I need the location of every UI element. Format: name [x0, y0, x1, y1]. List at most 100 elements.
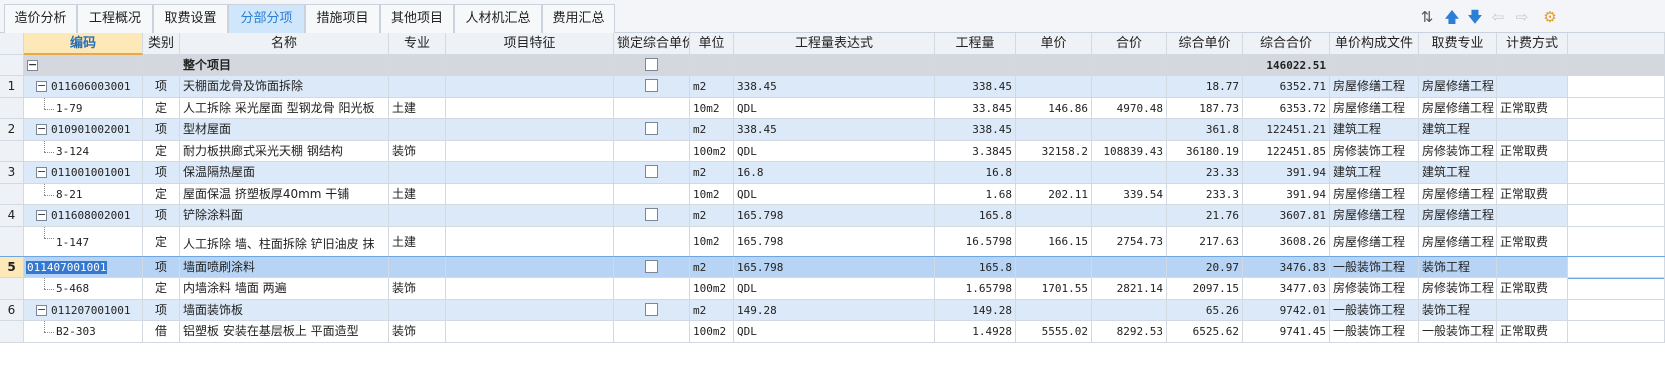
col-qty-cell[interactable]: 16.5798	[935, 226, 1016, 257]
col-utotal-cell[interactable]: 122451.85	[1243, 140, 1330, 162]
quota-row[interactable]: B2-303 借铝塑板 安装在基层板上 平面造型 装饰 100m2 QDL 1.4928 5…	[0, 321, 1665, 343]
col-qty-cell[interactable]: 149.28	[935, 299, 1016, 321]
col-qty-cell[interactable]: 1.65798	[935, 278, 1016, 300]
col-code-header[interactable]: 编码	[24, 33, 143, 55]
col-type-cell[interactable]: 定	[143, 226, 180, 257]
col-spec-header[interactable]: 专业	[389, 33, 446, 55]
col-price-cell[interactable]	[1016, 119, 1092, 141]
col-mode-cell[interactable]: 正常取费	[1497, 278, 1568, 300]
col-qty-cell[interactable]: 165.8	[935, 205, 1016, 227]
col-fee-cell[interactable]: 房屋修缮工程	[1419, 205, 1497, 227]
col-qty-cell[interactable]: 338.45	[935, 119, 1016, 141]
col-type-cell[interactable]: 项	[143, 256, 180, 278]
col-qty-cell[interactable]: 1.4928	[935, 321, 1016, 343]
collapse-toggle-icon[interactable]: −	[36, 123, 47, 135]
collapse-toggle-icon[interactable]: −	[36, 80, 47, 92]
col-name-cell[interactable]: 天棚面龙骨及饰面拆除	[180, 76, 389, 98]
settings-icon[interactable]: ⚙	[1541, 7, 1559, 27]
col-uprice-cell[interactable]: 187.73	[1167, 97, 1243, 119]
col-qty-cell[interactable]: 1.68	[935, 183, 1016, 205]
col-price-cell[interactable]	[1016, 205, 1092, 227]
col-expr-cell[interactable]: QDL	[734, 321, 935, 343]
tab-labor-material-summary[interactable]: 人材机汇总	[454, 4, 542, 33]
col-utotal-cell[interactable]: 9741.45	[1243, 321, 1330, 343]
col-feature-cell[interactable]	[446, 299, 614, 321]
tab-fee-settings[interactable]: 取费设置	[153, 4, 228, 33]
bill-item-row[interactable]: 5 011407001001 项墙面喷刷涂料 m2 165.798 165.8 20.97 3…	[0, 255, 1665, 279]
col-lock-cell[interactable]	[614, 299, 690, 321]
col-uprice-cell[interactable]: 361.8	[1167, 119, 1243, 141]
col-utotal-cell[interactable]: 6352.71	[1243, 76, 1330, 98]
col-name-cell[interactable]: 屋面保温 挤塑板厚40mm 干铺	[180, 183, 389, 205]
col-unit-header[interactable]: 单位	[690, 33, 734, 55]
col-file-cell[interactable]: 建筑工程	[1330, 119, 1419, 141]
col-feature-cell[interactable]	[446, 278, 614, 300]
col-file-cell[interactable]: 房屋修缮工程	[1330, 205, 1419, 227]
col-code-cell[interactable]: B2-303	[24, 321, 143, 343]
col-expr-cell[interactable]: QDL	[734, 97, 935, 119]
col-mode-cell[interactable]	[1497, 205, 1568, 227]
quota-row[interactable]: 1-79 定人工拆除 采光屋面 型钢龙骨 阳光板 土建 10m2 QDL 33.845 14…	[0, 97, 1665, 119]
col-unit-cell[interactable]: 100m2	[690, 140, 734, 162]
col-mode-cell[interactable]: 正常取费	[1497, 97, 1568, 119]
col-feature-cell[interactable]	[446, 76, 614, 98]
col-name-cell[interactable]: 保温隔热屋面	[180, 162, 389, 184]
col-utotal-cell[interactable]: 3607.81	[1243, 205, 1330, 227]
indent-icon[interactable]: ⇨	[1513, 7, 1531, 27]
col-type-cell[interactable]: 项	[143, 299, 180, 321]
col-fee-cell[interactable]: 房屋修缮工程	[1419, 226, 1497, 257]
col-lock-cell[interactable]	[614, 183, 690, 205]
bill-item-row[interactable]: 1−011606003001 项天棚面龙骨及饰面拆除 m2 338.45 338.45 1…	[0, 76, 1665, 98]
col-price-cell[interactable]	[1016, 299, 1092, 321]
bill-item-row[interactable]: 4−011608002001 项铲除涂料面 m2 165.798 165.8 21.76 3…	[0, 205, 1665, 227]
col-amount-cell[interactable]	[1092, 299, 1167, 321]
col-spec-cell[interactable]: 土建	[389, 183, 446, 205]
col-file-cell[interactable]: 房屋修缮工程	[1330, 226, 1419, 257]
col-file-cell[interactable]: 一般装饰工程	[1330, 321, 1419, 343]
col-code-cell[interactable]: 8-21	[24, 183, 143, 205]
col-lock-header[interactable]: 锁定综合单价	[614, 33, 690, 55]
col-feature-cell[interactable]	[446, 256, 614, 278]
col-utotal-cell[interactable]: 9742.01	[1243, 299, 1330, 321]
col-mode-cell[interactable]: 正常取费	[1497, 183, 1568, 205]
col-expr-cell[interactable]: 165.798	[734, 226, 935, 257]
col-qty-header[interactable]: 工程量	[935, 33, 1016, 55]
col-fee-cell[interactable]: 装饰工程	[1419, 256, 1497, 278]
col-spec-cell[interactable]	[389, 256, 446, 278]
col-amount-cell[interactable]: 4970.48	[1092, 97, 1167, 119]
col-type-cell[interactable]: 项	[143, 76, 180, 98]
col-expr-cell[interactable]: 338.45	[734, 76, 935, 98]
col-fee-cell[interactable]: 装饰工程	[1419, 299, 1497, 321]
col-code-cell[interactable]: −011207001001	[24, 299, 143, 321]
quota-row[interactable]: 1-147定人工拆除 墙、柱面拆除 铲旧油皮 抹灰面土建10m2165.7981…	[0, 226, 1665, 257]
col-code-cell[interactable]: 1-147	[24, 226, 143, 257]
col-amount-cell[interactable]: 8292.53	[1092, 321, 1167, 343]
col-unit-cell[interactable]: 100m2	[690, 321, 734, 343]
col-mode-cell[interactable]: 正常取费	[1497, 140, 1568, 162]
col-utotal-cell[interactable]: 122451.21	[1243, 119, 1330, 141]
col-expr-cell[interactable]: 149.28	[734, 299, 935, 321]
col-file-cell[interactable]: 房屋修缮工程	[1330, 97, 1419, 119]
col-name-cell[interactable]: 内墙涂料 墙面 两遍	[180, 278, 389, 300]
col-unit-cell[interactable]: 10m2	[690, 226, 734, 257]
col-uprice-cell[interactable]: 21.76	[1167, 205, 1243, 227]
col-type-cell[interactable]: 定	[143, 140, 180, 162]
bill-item-row[interactable]: 3−011001001001 项保温隔热屋面 m2 16.8 16.8 23.33 391.…	[0, 162, 1665, 184]
col-spec-cell[interactable]	[389, 119, 446, 141]
collapse-toggle-icon[interactable]: −	[36, 166, 47, 178]
col-type-cell[interactable]: 项	[143, 205, 180, 227]
lock-price-checkbox[interactable]	[644, 259, 658, 273]
lock-price-checkbox[interactable]	[644, 58, 658, 71]
collapse-toggle-icon[interactable]: −	[27, 59, 38, 71]
col-mode-cell[interactable]: 正常取费	[1497, 321, 1568, 343]
move-down-icon[interactable]: 🡇	[1466, 7, 1484, 27]
col-amount-cell[interactable]	[1092, 256, 1167, 278]
col-name-cell[interactable]: 墙面装饰板	[180, 299, 389, 321]
tab-cost-analysis[interactable]: 造价分析	[4, 4, 77, 33]
col-uprice-cell[interactable]: 18.77	[1167, 76, 1243, 98]
col-mode-cell[interactable]	[1497, 299, 1568, 321]
col-file-cell[interactable]: 房修装饰工程	[1330, 278, 1419, 300]
col-name-cell[interactable]: 耐力板拱廊式采光天棚 钢结构	[180, 140, 389, 162]
col-lock-cell[interactable]	[614, 76, 690, 98]
col-file-cell[interactable]: 一般装饰工程	[1330, 256, 1419, 278]
